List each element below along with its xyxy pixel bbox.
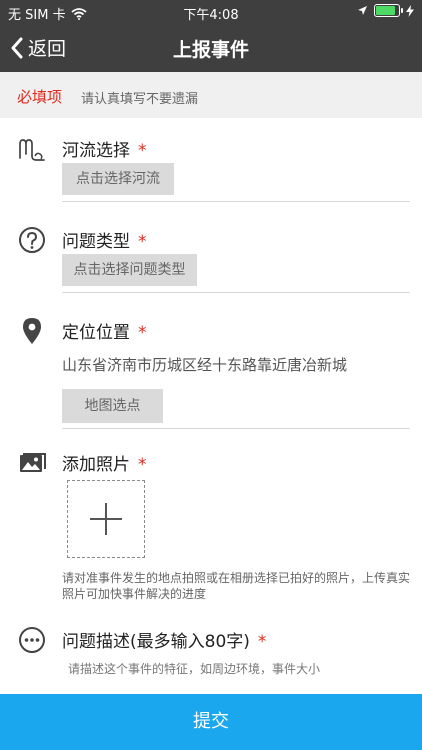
- battery-icon: [374, 4, 403, 17]
- divider: [62, 292, 410, 293]
- photos-icon: [20, 453, 46, 472]
- river-icon: [19, 139, 45, 161]
- plus-icon: [105, 503, 107, 535]
- select-problem-type-button[interactable]: 点击选择问题类型: [62, 254, 197, 286]
- question-icon: [19, 227, 45, 253]
- river-label: 河流选择 *: [62, 136, 147, 161]
- description-label: 问题描述(最多输入80字) *: [62, 627, 266, 652]
- location-label: 定位位置 *: [62, 318, 147, 343]
- photos-label-text: 添加照片: [62, 455, 130, 475]
- location-arrow-icon: [358, 6, 367, 15]
- top-bar: 无 SIM 卡 下午4:08 返回 上报事件: [0, 0, 422, 72]
- add-photo-button[interactable]: [67, 480, 145, 558]
- required-star: *: [257, 632, 267, 652]
- problem-type-label: 问题类型 *: [62, 227, 147, 252]
- more-icon: [19, 627, 45, 653]
- nav-bar: 返回 上报事件: [0, 24, 422, 72]
- divider: [62, 428, 410, 429]
- required-hint: 请认真填写不要遗漏: [81, 92, 199, 107]
- page-title: 上报事件: [172, 39, 249, 61]
- divider: [62, 201, 410, 202]
- location-pin-icon: [23, 318, 41, 344]
- problem-type-label-text: 问题类型: [62, 232, 130, 252]
- required-notice: 必填项 请认真填写不要遗漏: [0, 72, 422, 118]
- required-star: *: [138, 323, 147, 343]
- photos-label: 添加照片 *: [62, 450, 147, 475]
- required-star: *: [138, 141, 147, 161]
- river-label-text: 河流选择: [62, 141, 130, 161]
- map-select-button[interactable]: 地图选点: [62, 389, 163, 423]
- required-star: *: [138, 455, 147, 475]
- description-label-text: 问题描述(最多输入80字): [62, 632, 250, 652]
- charging-icon: [406, 4, 414, 17]
- required-star: *: [138, 232, 147, 252]
- submit-button[interactable]: 提交: [0, 694, 422, 750]
- required-label: 必填项: [17, 88, 63, 106]
- photo-hint: 请对准事件发生的地点拍照或在相册选择已拍好的照片，上传真实照片可加快事件解决的进…: [62, 571, 411, 601]
- location-label-text: 定位位置: [62, 323, 130, 343]
- location-address: 山东省济南市历城区经十东路靠近唐冶新城: [62, 356, 348, 374]
- select-river-button[interactable]: 点击选择河流: [62, 163, 174, 195]
- status-bar: 无 SIM 卡 下午4:08: [0, 0, 422, 24]
